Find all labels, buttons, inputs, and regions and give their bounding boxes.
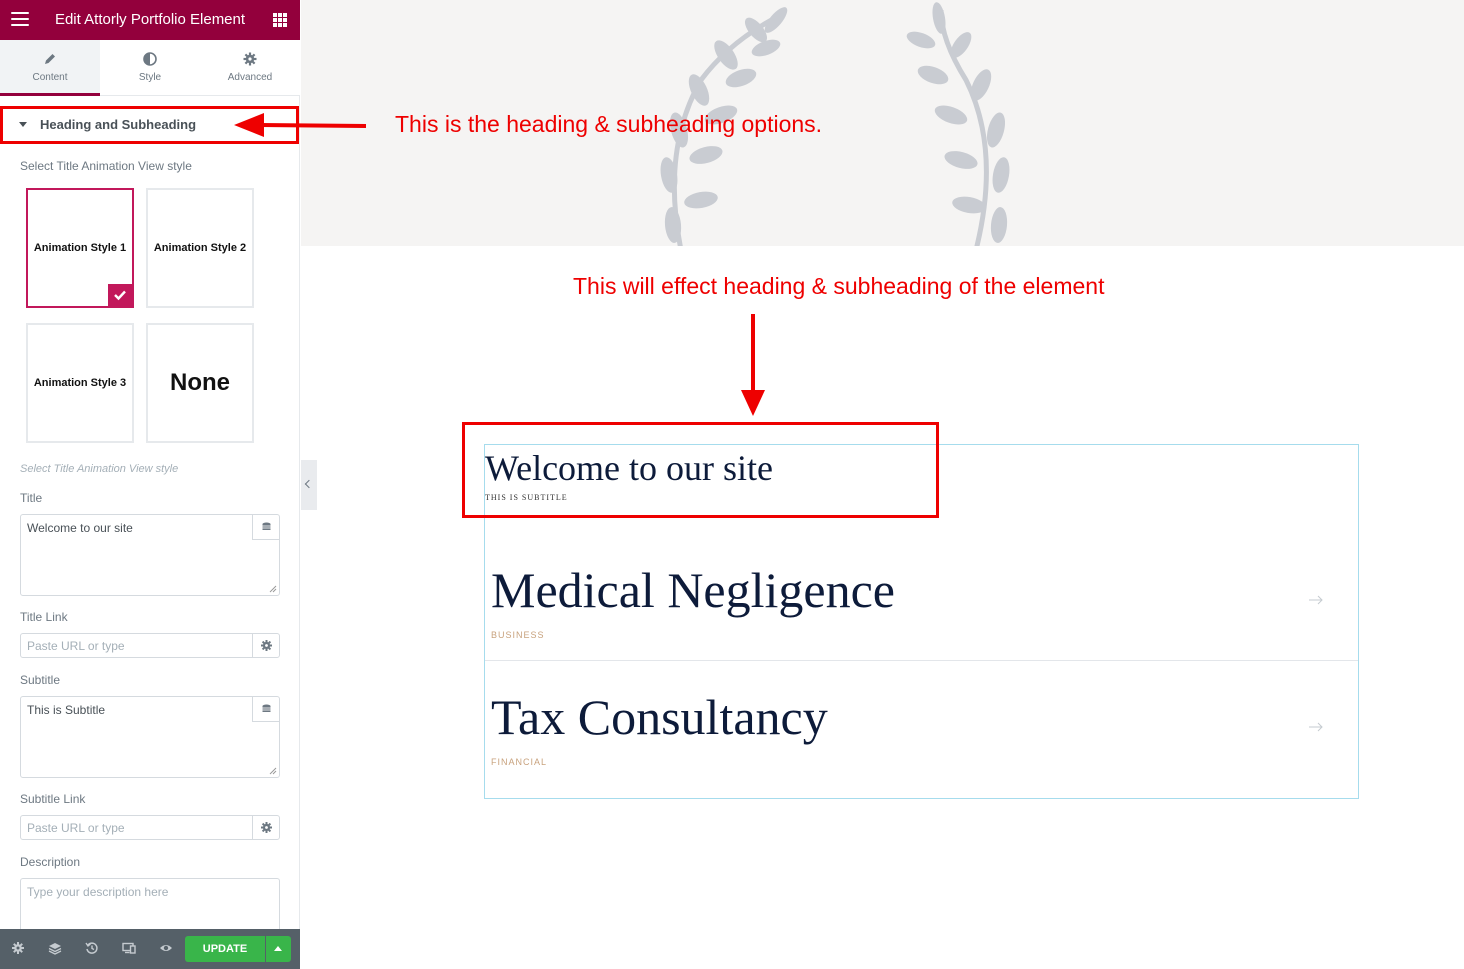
title-value: Welcome to our site [27, 521, 133, 535]
title-link-input[interactable]: Paste URL or type [20, 633, 280, 658]
responsive-mode-icon[interactable] [122, 941, 136, 955]
panel-tabs: Content Style Advanced [0, 40, 300, 96]
pencil-icon [45, 54, 55, 64]
title-link-label: Title Link [20, 610, 68, 624]
navigator-layers-icon[interactable] [48, 941, 62, 955]
chevron-left-icon [304, 479, 314, 489]
annotation-arrow-down [741, 314, 765, 416]
resize-handle-icon[interactable] [269, 585, 277, 593]
panel-header: Edit Attorly Portfolio Element [0, 0, 300, 40]
annotation-effect: This will effect heading & subheading of… [573, 273, 1105, 299]
title-textarea[interactable]: Welcome to our site [20, 514, 280, 596]
tab-style[interactable]: Style [100, 40, 200, 95]
panel-title: Edit Attorly Portfolio Element [54, 11, 246, 28]
description-placeholder: Type your description here [27, 885, 169, 899]
dynamic-tags-icon[interactable] [252, 697, 279, 722]
widgets-grid-icon[interactable] [273, 13, 287, 27]
annotation-arrow-left [234, 113, 367, 137]
editor-panel: Edit Attorly Portfolio Element Content S… [0, 0, 300, 969]
portfolio-item-title[interactable]: Tax Consultancy [491, 688, 828, 746]
panel-collapse-toggle[interactable] [301, 460, 317, 510]
check-icon [108, 284, 132, 306]
animation-style-label: Select Title Animation View style [20, 159, 192, 173]
resize-handle-icon[interactable] [269, 767, 277, 775]
settings-gear-icon[interactable] [11, 941, 25, 955]
portfolio-item-category: FINANCIAL [491, 757, 548, 767]
link-options-gear-icon[interactable] [252, 816, 279, 839]
tab-content[interactable]: Content [0, 40, 100, 96]
subtitle-link-placeholder: Paste URL or type [27, 821, 125, 835]
subtitle-label: Subtitle [20, 673, 61, 687]
animation-style-2-option[interactable]: Animation Style 2 [146, 188, 254, 308]
animation-style-2-label: Animation Style 2 [153, 242, 247, 254]
title-label: Title [20, 491, 43, 505]
animation-style-1-label: Animation Style 1 [33, 242, 127, 254]
animation-style-1-option[interactable]: Animation Style 1 [26, 188, 134, 308]
gear-icon [243, 52, 257, 66]
tab-advanced-label: Advanced [227, 72, 273, 83]
animation-none-option[interactable]: None [146, 323, 254, 443]
arrow-right-icon[interactable] [1308, 595, 1324, 605]
caret-up-icon [274, 946, 282, 951]
item-divider [485, 660, 1358, 661]
tab-content-label: Content [32, 72, 68, 83]
portfolio-item-category: BUSINESS [491, 630, 545, 640]
animation-none-label: None [170, 369, 230, 396]
subtitle-link-input[interactable]: Paste URL or type [20, 815, 280, 840]
portfolio-item-title[interactable]: Medical Negligence [491, 561, 895, 619]
history-icon[interactable] [85, 941, 99, 955]
subtitle-textarea[interactable]: This is Subtitle [20, 696, 280, 778]
tab-advanced[interactable]: Advanced [200, 40, 300, 95]
update-button[interactable]: UPDATE [185, 936, 265, 962]
annotation-heading-options: This is the heading & subheading options… [395, 111, 823, 137]
tab-style-label: Style [138, 72, 162, 83]
animation-style-3-option[interactable]: Animation Style 3 [26, 323, 134, 443]
preview-eye-icon[interactable] [159, 941, 173, 955]
highlight-box-heading [462, 422, 939, 518]
title-link-placeholder: Paste URL or type [27, 639, 125, 653]
subtitle-value: This is Subtitle [27, 703, 106, 717]
description-label: Description [20, 855, 81, 869]
update-options-button[interactable] [266, 936, 291, 962]
right-laurel-branch [906, 2, 1010, 246]
animation-style-3-label: Animation Style 3 [33, 377, 127, 389]
half-circle-icon [143, 52, 157, 66]
dynamic-tags-icon[interactable] [252, 515, 279, 540]
animation-help-text: Select Title Animation View style [20, 463, 179, 475]
link-options-gear-icon[interactable] [252, 634, 279, 657]
subtitle-link-label: Subtitle Link [20, 792, 86, 806]
arrow-right-icon[interactable] [1308, 722, 1324, 732]
